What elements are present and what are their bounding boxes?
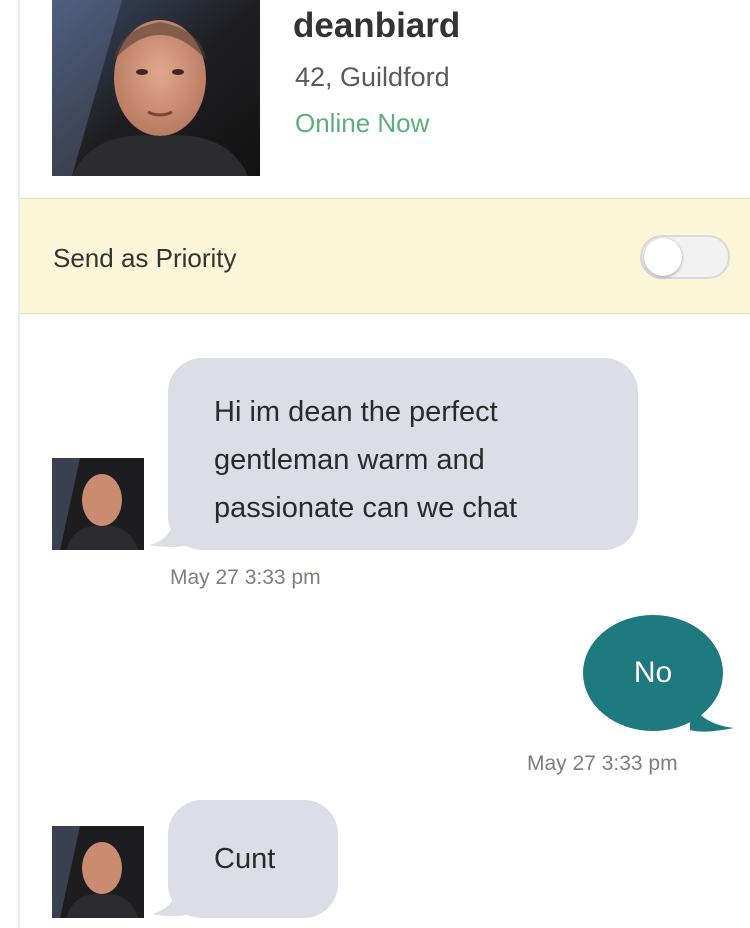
sender-avatar[interactable]	[52, 458, 144, 550]
message-timestamp: May 27 3:33 pm	[170, 566, 321, 589]
sender-avatar[interactable]	[52, 826, 144, 918]
message-text: No	[633, 656, 673, 689]
online-status: Online Now	[295, 108, 430, 138]
priority-bar: Send as Priority	[20, 198, 750, 314]
avatar-photo-icon	[52, 826, 144, 918]
incoming-message-bubble[interactable]: Hi im dean the perfect gentleman warm an…	[168, 358, 638, 550]
profile-photo-icon	[52, 0, 260, 176]
bubble-tail	[690, 700, 734, 732]
profile-header: deanbiard 42, Guildford Online Now	[0, 0, 750, 198]
message-text: Cunt	[214, 843, 276, 875]
profile-age-location: 42, Guildford	[295, 62, 450, 92]
message-text: Hi im dean the perfect gentleman warm an…	[214, 396, 518, 524]
message-timestamp: May 27 3:33 pm	[527, 752, 678, 775]
profile-avatar[interactable]	[52, 0, 260, 176]
profile-username: deanbiard	[293, 6, 461, 45]
avatar-photo-icon	[52, 458, 144, 550]
priority-toggle[interactable]	[640, 235, 730, 279]
toggle-knob	[644, 238, 682, 276]
priority-label: Send as Priority	[53, 243, 237, 273]
incoming-message-bubble[interactable]: Cunt	[168, 800, 338, 918]
